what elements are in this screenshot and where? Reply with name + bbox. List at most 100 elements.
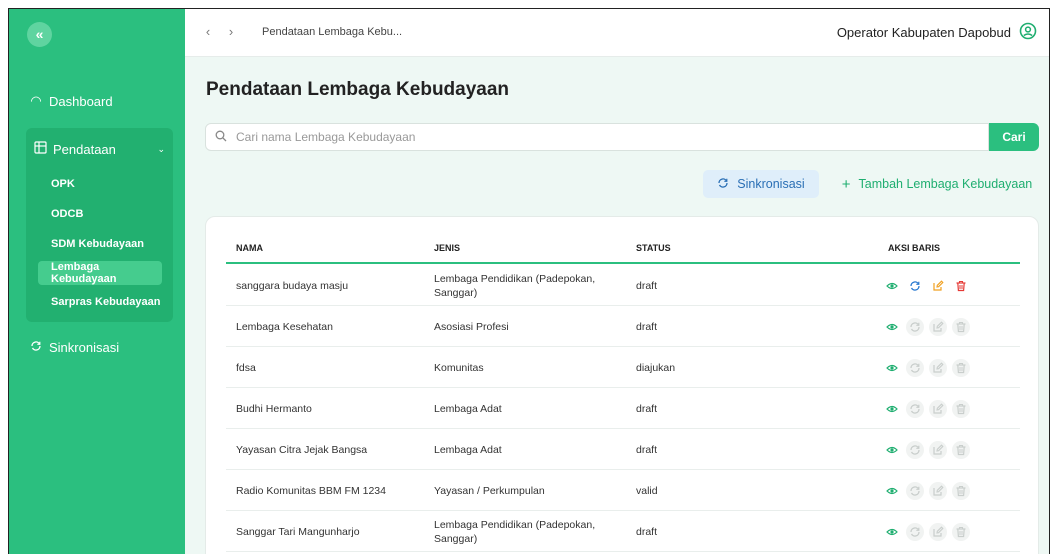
trash-icon[interactable] [952, 277, 970, 295]
trash-icon [951, 440, 970, 459]
table-card: NAMA JENIS STATUS AKSI BARIS sanggara bu… [205, 216, 1039, 554]
table-row: sanggara budaya masju Lembaga Pendidikan … [226, 265, 1020, 306]
chevron-down-icon: ⌄ [157, 143, 165, 154]
row-actions [866, 470, 986, 511]
table-row: fdsa Komunitas diajukan [226, 347, 1020, 388]
row-actions [866, 511, 986, 552]
column-header-nama[interactable]: NAMA [236, 243, 263, 253]
eye-icon[interactable] [883, 277, 901, 295]
cell-nama: Radio Komunitas BBM FM 1234 [236, 484, 386, 497]
table-row: Sanggar Tari Mangunharjo Lembaga Pendidik… [226, 511, 1020, 552]
sync-icon [905, 358, 924, 377]
edit-icon [928, 481, 947, 500]
eye-icon[interactable] [883, 318, 901, 336]
sync-icon [905, 399, 924, 418]
row-actions [866, 347, 986, 388]
edit-icon [928, 317, 947, 336]
dashboard-icon: ◠ [30, 93, 42, 108]
table-row: Yayasan Citra Jejak Bangsa Lembaga Adat dr… [226, 429, 1020, 470]
sync-icon [905, 481, 924, 500]
cell-jenis: Lembaga Pendidikan (Padepokan, Sanggar) [434, 272, 596, 299]
collapse-sidebar-button[interactable]: « [27, 22, 52, 47]
eye-icon[interactable] [883, 400, 901, 418]
cell-jenis: Lembaga Pendidikan (Padepokan, Sanggar) [434, 518, 596, 545]
cell-jenis: Yayasan / Perkumpulan [434, 484, 545, 497]
cell-jenis: Asosiasi Profesi [434, 320, 509, 333]
cell-jenis: Lembaga Adat [434, 443, 502, 456]
row-actions [866, 306, 986, 347]
row-actions [866, 265, 986, 306]
trash-icon [951, 358, 970, 377]
cell-nama: Lembaga Kesehatan [236, 320, 333, 333]
edit-icon [928, 358, 947, 377]
sync-icon [905, 317, 924, 336]
add-button-label: Tambah Lembaga Kebudayaan [858, 177, 1033, 191]
cell-jenis: Lembaga Adat [434, 402, 502, 415]
sidebar-item-pendataan[interactable]: Pendataan ⌄ [34, 136, 165, 162]
cell-status: draft [636, 443, 658, 456]
user-name[interactable]: Operator Kabupaten Dapobud [837, 25, 1011, 40]
sync-button-label: Sinkronisasi [737, 177, 805, 191]
sidebar-item-lembaga-kebudayaan[interactable]: Lembaga Kebudayaan [38, 261, 162, 285]
row-actions [866, 388, 986, 429]
cell-status: diajukan [636, 361, 676, 374]
eye-icon[interactable] [883, 359, 901, 377]
sidebar-item-opk[interactable]: OPK [38, 172, 162, 196]
sidebar: « ◠ Dashboard Pendataan ⌄ OPK ODCB SDM K… [9, 9, 185, 554]
sidebar-item-sdm-kebudayaan[interactable]: SDM Kebudayaan [38, 232, 162, 256]
sidebar-group-pendataan: Pendataan ⌄ OPK ODCB SDM Kebudayaan Lemb… [26, 128, 173, 322]
user-avatar-icon[interactable] [1019, 22, 1037, 40]
sidebar-item-odcb[interactable]: ODCB [38, 202, 162, 226]
plus-icon: + [841, 175, 851, 193]
back-arrow-icon[interactable]: ‹ [200, 24, 216, 40]
column-header-aksi-baris: AKSI BARIS [888, 243, 941, 253]
breadcrumb[interactable]: Pendataan Lembaga Kebu... [262, 26, 402, 38]
table-row: Budhi Hermanto Lembaga Adat draft [226, 388, 1020, 429]
eye-icon[interactable] [883, 523, 901, 541]
sync-icon [717, 177, 729, 192]
sync-button[interactable]: Sinkronisasi [703, 170, 819, 198]
search-button[interactable]: Cari [989, 123, 1039, 151]
eye-icon[interactable] [883, 441, 901, 459]
cell-nama: Sanggar Tari Mangunharjo [236, 525, 360, 538]
cell-status: valid [636, 484, 658, 497]
cell-nama: sanggara budaya masju [236, 279, 349, 292]
sidebar-item-sarpras-kebudayaan[interactable]: Sarpras Kebudayaan [38, 290, 162, 314]
sync-icon [905, 440, 924, 459]
page-title: Pendataan Lembaga Kebudayaan [206, 79, 510, 100]
forward-arrow-icon[interactable]: › [223, 24, 239, 40]
sidebar-item-dashboard[interactable]: ◠ Dashboard [29, 93, 113, 109]
sidebar-item-sinkronisasi[interactable]: Sinkronisasi [29, 340, 119, 355]
edit-icon[interactable] [929, 277, 947, 295]
add-lembaga-button[interactable]: + Tambah Lembaga Kebudayaan [833, 170, 1041, 198]
cell-jenis: Komunitas [434, 361, 484, 374]
edit-icon [928, 399, 947, 418]
sidebar-item-label: Pendataan [53, 141, 116, 157]
sidebar-item-label: Sinkronisasi [49, 340, 120, 355]
eye-icon[interactable] [883, 482, 901, 500]
row-actions [866, 429, 986, 470]
cell-nama: Budhi Hermanto [236, 402, 312, 415]
top-bar: ‹ › Pendataan Lembaga Kebu... Operator K… [185, 9, 1049, 57]
trash-icon [951, 481, 970, 500]
cell-nama: fdsa [236, 361, 256, 374]
cell-status: draft [636, 279, 658, 292]
search-icon [206, 130, 236, 145]
table-icon [34, 141, 47, 157]
cell-nama: Yayasan Citra Jejak Bangsa [236, 443, 368, 456]
search-input[interactable] [236, 130, 936, 144]
sync-icon[interactable] [906, 277, 924, 295]
column-header-jenis[interactable]: JENIS [434, 243, 460, 253]
cell-status: draft [636, 320, 658, 333]
cell-status: draft [636, 525, 658, 538]
header-divider [226, 262, 1020, 264]
trash-icon [951, 522, 970, 541]
table-row: Lembaga Kesehatan Asosiasi Profesi draft [226, 306, 1020, 347]
sync-icon [905, 522, 924, 541]
edit-icon [928, 440, 947, 459]
table-row: Radio Komunitas BBM FM 1234 Yayasan / Per… [226, 470, 1020, 511]
trash-icon [951, 317, 970, 336]
column-header-status[interactable]: STATUS [636, 243, 671, 253]
trash-icon [951, 399, 970, 418]
sidebar-item-label: Dashboard [49, 93, 113, 109]
